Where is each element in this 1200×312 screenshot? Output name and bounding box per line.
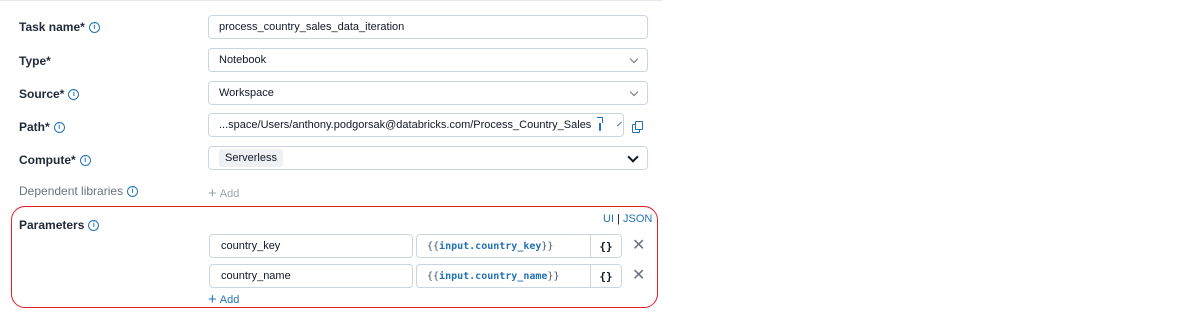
dynamic-value-button[interactable]: {}: [590, 264, 622, 288]
info-icon[interactable]: i: [53, 121, 65, 133]
toggle-json[interactable]: JSON: [623, 213, 652, 225]
external-link-icon[interactable]: [597, 117, 604, 131]
info-icon[interactable]: i: [127, 185, 139, 197]
parameter-value-input[interactable]: {{input.country_name}}: [416, 264, 590, 288]
info-icon[interactable]: i: [88, 219, 100, 231]
compute-select[interactable]: Serverless: [208, 146, 648, 170]
compute-label: Compute* i: [19, 153, 91, 167]
parameters-label: Parameters i: [19, 218, 100, 232]
chevron-down-icon: [629, 54, 639, 63]
plus-icon: +: [208, 185, 217, 202]
info-icon[interactable]: i: [79, 154, 91, 166]
parameter-value-input[interactable]: {{input.country_key}}: [416, 234, 590, 258]
chevron-down-icon: [627, 150, 639, 163]
info-icon[interactable]: i: [88, 21, 100, 33]
parameters-view-toggle: UI | JSON: [603, 213, 653, 225]
type-select[interactable]: Notebook: [208, 48, 648, 72]
add-parameter-button[interactable]: + Add: [208, 292, 239, 307]
path-select[interactable]: ...space/Users/anthony.podgorsak@databri…: [208, 113, 624, 137]
compute-tag: Serverless: [219, 149, 283, 167]
task-name-label: Task name* i: [19, 20, 100, 34]
chevron-down-icon: [617, 121, 623, 126]
parameter-key-input[interactable]: country_key: [209, 234, 413, 258]
parameter-row: country_name {{input.country_name}} {} ✕: [209, 264, 645, 288]
type-label: Type*: [19, 54, 51, 68]
close-icon[interactable]: ✕: [632, 238, 645, 254]
top-divider: [0, 0, 662, 1]
plus-icon: +: [208, 291, 217, 308]
dynamic-value-button[interactable]: {}: [590, 234, 622, 258]
parameter-row: country_key {{input.country_key}} {} ✕: [209, 234, 645, 258]
close-icon[interactable]: ✕: [632, 268, 645, 284]
chevron-down-icon: [629, 87, 639, 96]
info-icon[interactable]: i: [68, 88, 80, 100]
source-select[interactable]: Workspace: [208, 81, 648, 105]
path-label: Path* i: [19, 120, 65, 134]
toggle-ui[interactable]: UI: [603, 213, 614, 225]
parameter-key-input[interactable]: country_name: [209, 264, 413, 288]
copy-icon[interactable]: [632, 121, 643, 133]
task-name-input[interactable]: process_country_sales_data_iteration: [208, 15, 648, 39]
add-library-button[interactable]: + Add: [208, 186, 239, 201]
dependent-libraries-label: Dependent libraries i: [19, 184, 139, 198]
source-label: Source* i: [19, 87, 80, 101]
